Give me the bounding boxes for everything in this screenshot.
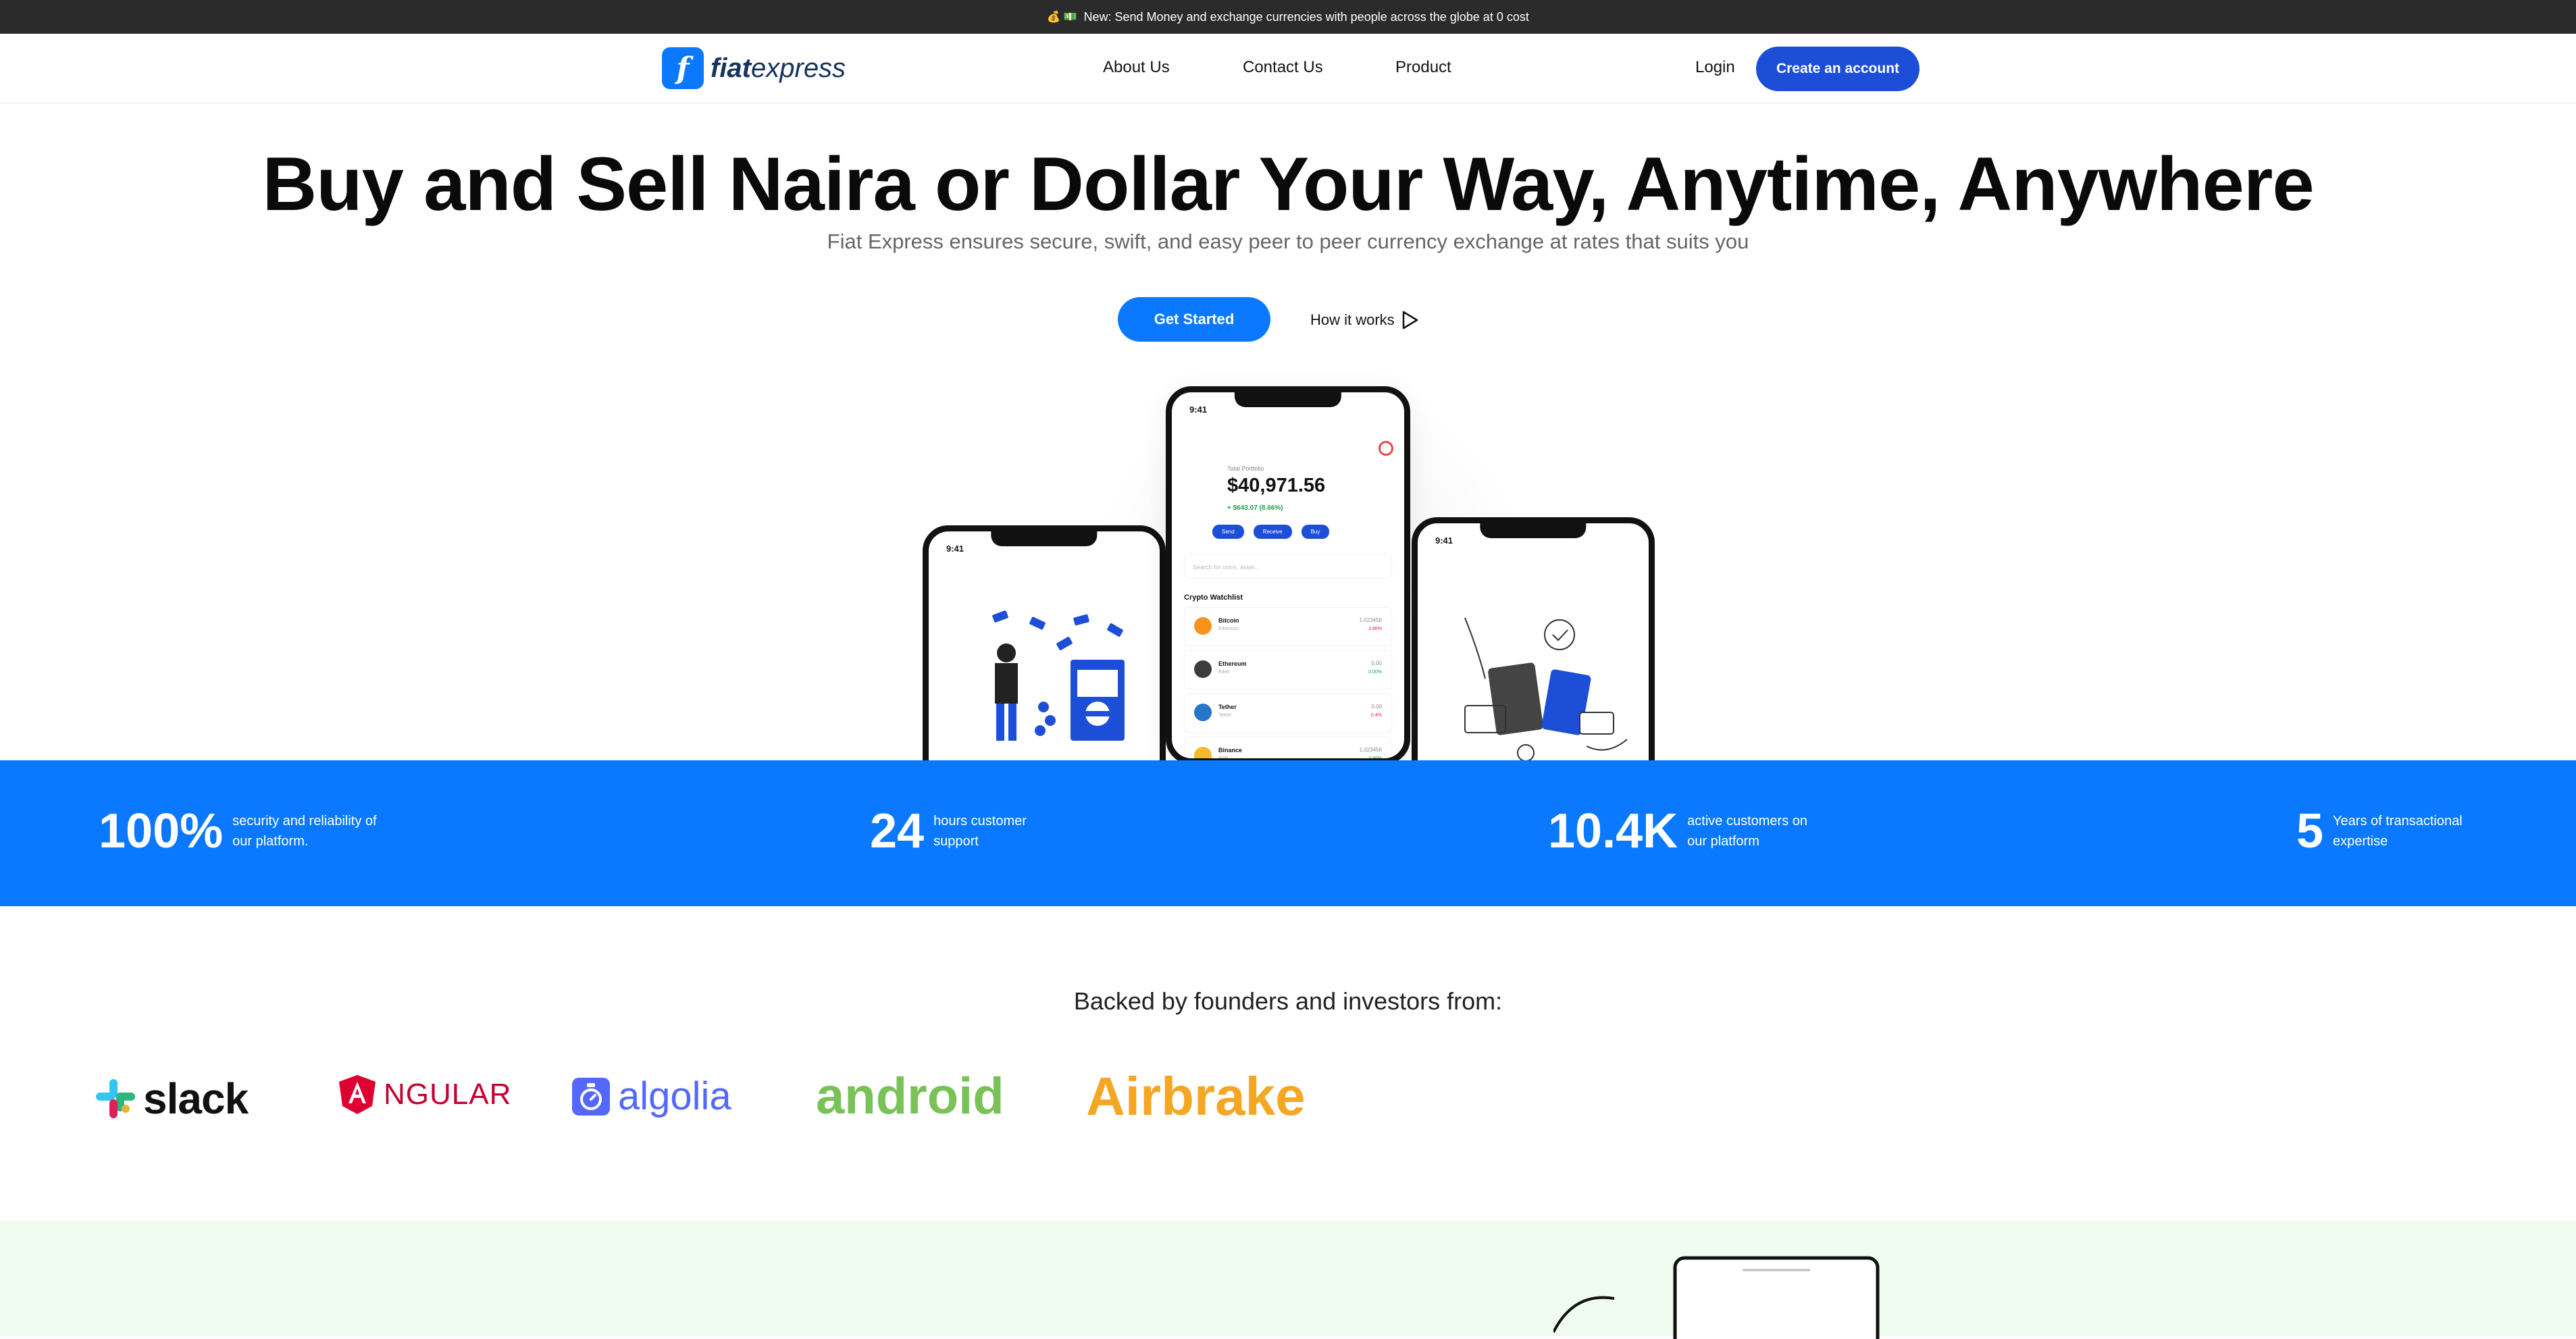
phone-time: 9:41 [1189, 404, 1208, 415]
slack-logo: slack [95, 1074, 249, 1124]
announcement-bar: 💰 💵 New: Send Money and exchange currenc… [0, 0, 2576, 34]
buy-button[interactable]: Buy [1301, 525, 1330, 539]
coin-change: 3.86% [1368, 627, 1382, 631]
stat-desc: Years of transactional expertise [2333, 814, 2463, 849]
algolia-icon [572, 1077, 610, 1115]
phone-center: 9:41 Total Portfolio $40,971.56 + $643.0… [1166, 386, 1410, 764]
create-account-button[interactable]: Create an account [1756, 47, 1920, 91]
coin-name: Bitcoin [1218, 617, 1239, 624]
coin-value: 1.023456 [1359, 747, 1382, 753]
phone-time: 9:41 [946, 544, 964, 554]
coin-sub: Tether [1218, 713, 1232, 718]
stat-support: 24 hours customer support [870, 804, 1041, 859]
announcement-text: New: Send Money and exchange currencies … [1083, 9, 1529, 24]
phone-notch [991, 531, 1098, 546]
coin-sub: Ether [1218, 670, 1230, 675]
coin-value: 1.023456 [1359, 617, 1382, 623]
coin-value: 0.00 [1371, 704, 1382, 710]
money-icon: 💰 💵 [1047, 11, 1077, 23]
android-logo: android [816, 1068, 1004, 1125]
coin-sub: Ethereum [1218, 627, 1239, 631]
algolia-text: algolia [618, 1074, 731, 1118]
logo-f-icon: f [662, 47, 704, 89]
card-payment-illustration [1464, 617, 1628, 762]
stats-band: 100% security and reliability of our pla… [0, 760, 2576, 906]
portfolio-label: Total Portfolio [1227, 465, 1264, 472]
stat-desc: security and reliability of our platform… [232, 814, 377, 849]
watchlist-row[interactable]: Ethereum Ether 0.00 0.00% [1184, 650, 1392, 689]
next-section [0, 1221, 2576, 1339]
navbar: f fiatexpress About Us Contact Us Produc… [0, 34, 2576, 103]
phone-time: 9:41 [1435, 535, 1453, 546]
coin-change: 0.00% [1368, 670, 1382, 675]
angular-text: NGULAR [384, 1078, 512, 1111]
watchlist-row[interactable]: Bitcoin Ethereum 1.023456 3.86% [1184, 607, 1392, 646]
stat-desc: hours customer support [933, 814, 1027, 849]
action-buttons: Send Receive Buy [1212, 525, 1330, 539]
phone-notch [1234, 392, 1342, 407]
how-it-works-link[interactable]: How it works [1310, 311, 1419, 330]
play-icon [1402, 311, 1418, 330]
laptop-illustration [1553, 1256, 1880, 1339]
coin-name: Ethereum [1218, 660, 1247, 667]
bitcoin-icon [1194, 617, 1212, 635]
how-it-works-label: How it works [1310, 311, 1395, 328]
slack-text: slack [143, 1074, 249, 1123]
portfolio-change: + $643.07 (8.66%) [1227, 504, 1283, 512]
airbrake-logo: Airbrake [1086, 1066, 1306, 1126]
ethereum-icon [1194, 660, 1212, 678]
stat-number: 100% [99, 804, 224, 858]
stat-desc: active customers on our platform [1687, 814, 1807, 849]
notification-bell-icon[interactable] [1379, 441, 1393, 456]
algolia-logo: algolia [571, 1074, 731, 1119]
logo-text: fiatexpress [711, 53, 846, 83]
coin-change: 0.4% [1371, 713, 1382, 718]
portfolio-value: $40,971.56 [1227, 475, 1326, 496]
login-link[interactable]: Login [1695, 58, 1735, 77]
watchlist: Bitcoin Ethereum 1.023456 3.86% Ethereum… [1184, 607, 1392, 758]
watchlist-row[interactable]: Tether Tether 0.00 0.4% [1184, 693, 1392, 733]
stat-experience: 5 Years of transactional expertise [2296, 804, 2481, 859]
nav-link-product[interactable]: Product [1395, 58, 1451, 77]
coin-search-input[interactable]: Search for coins, asset... [1184, 554, 1392, 579]
phone-notch [1480, 523, 1587, 538]
nav-link-contact[interactable]: Contact Us [1243, 58, 1323, 77]
get-started-button[interactable]: Get Started [1118, 297, 1270, 342]
logo[interactable]: f fiatexpress [662, 47, 846, 89]
receive-button[interactable]: Receive [1253, 525, 1292, 539]
money-illustration [992, 610, 1125, 741]
stat-customers: 10.4K active customers on our platform [1548, 804, 1809, 859]
stat-number: 5 [2296, 804, 2324, 858]
angular-logo: NGULAR [338, 1074, 511, 1115]
angular-icon [339, 1075, 376, 1114]
coin-name: Tether [1218, 704, 1237, 710]
hero-subtitle: Fiat Express ensures secure, swift, and … [827, 230, 1749, 253]
coin-value: 0.00 [1371, 660, 1382, 666]
backers-heading: Backed by founders and investors from: [1073, 987, 1503, 1015]
watchlist-title: Crypto Watchlist [1184, 594, 1243, 602]
stat-number: 24 [870, 804, 925, 858]
hero-title: Buy and Sell Naira or Dollar Your Way, A… [262, 142, 2314, 226]
nav-link-about[interactable]: About Us [1103, 58, 1170, 77]
slack-icon [96, 1079, 135, 1118]
tether-icon [1194, 704, 1212, 721]
stat-number: 10.4K [1548, 804, 1678, 858]
stat-security: 100% security and reliability of our pla… [99, 804, 388, 859]
send-button[interactable]: Send [1212, 525, 1244, 539]
coin-name: Binance [1218, 747, 1243, 754]
